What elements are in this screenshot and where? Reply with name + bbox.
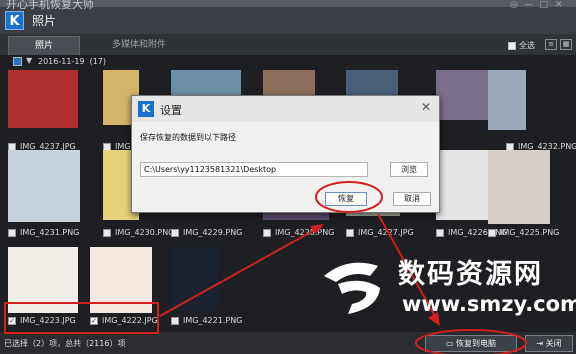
photo-thumbnail[interactable] (90, 247, 152, 313)
photo-thumbnail[interactable] (436, 70, 488, 120)
photo-checkbox[interactable]: ✓ (8, 316, 16, 325)
photo-checkbox[interactable] (171, 228, 179, 237)
photo-checkbox[interactable]: ✓ (90, 316, 98, 325)
window-title: 照片 (32, 14, 57, 28)
save-path-prompt: 保存恢复的数据到以下路径 (140, 133, 236, 142)
dialog-close-icon[interactable]: ✕ (419, 100, 433, 114)
maximize-icon[interactable]: □ (538, 0, 550, 10)
close-icon[interactable]: ✕ (553, 0, 565, 10)
photo-label[interactable]: ✓ IMG_4222.JPG (90, 315, 158, 327)
status-bar: 已选择（2）项，总共（2116）项 ▭ 恢复到电脑 ⇥ 关闭 (0, 332, 576, 354)
watermark: 数码资源网 www.smzy.com (318, 248, 576, 324)
photo-filename: IMG_4225.PNG (500, 228, 560, 237)
group-checkbox[interactable] (13, 57, 22, 66)
tab-photos[interactable]: 照片 (8, 36, 80, 55)
cancel-button[interactable]: 取消 (393, 192, 431, 206)
photo-filename: IMG_4223.JPG (20, 316, 76, 325)
photo-thumbnail[interactable] (488, 70, 526, 130)
photo-checkbox[interactable] (171, 316, 179, 325)
tab-media-attachments[interactable]: 多媒体和附件 (88, 36, 190, 55)
photo-checkbox[interactable] (8, 228, 16, 237)
photo-thumbnail[interactable] (8, 247, 78, 313)
tab-bar: 照片 多媒体和附件 全选 ≡ ▦ (0, 34, 576, 55)
group-date: 2016-11-19 (17) (38, 57, 106, 66)
photo-thumbnail[interactable] (171, 247, 219, 311)
photo-thumbnail[interactable] (436, 150, 490, 220)
photo-filename: IMG_4227.JPG (358, 228, 414, 237)
photo-thumbnail[interactable] (8, 150, 80, 222)
window-controls: ◎ — □ ✕ (508, 0, 572, 12)
photo-label[interactable]: ✓ IMG_4223.JPG (8, 315, 76, 327)
photo-checkbox[interactable] (488, 228, 496, 237)
photo-label[interactable]: IMG_4227.JPG (346, 227, 414, 239)
collapse-arrow-icon[interactable]: ▼ (26, 56, 32, 65)
photo-label[interactable]: IMG_4221.PNG (171, 315, 242, 327)
save-path-input[interactable]: C:\Users\yy1123581321\Desktop (140, 162, 368, 177)
photo-checkbox[interactable] (103, 228, 111, 237)
photo-label[interactable]: IMG_4231.PNG (8, 227, 79, 239)
date-group-header[interactable]: ▼ 2016-11-19 (17) (0, 55, 576, 69)
photo-checkbox[interactable] (436, 228, 444, 237)
photo-label[interactable]: IMG_4228.PNG (263, 227, 334, 239)
restore-to-computer-label: 恢复到电脑 (456, 339, 497, 348)
dialog-title-bar: K 设置 ✕ (132, 96, 439, 122)
dialog-logo-icon: K (138, 101, 154, 117)
group-count: (17) (89, 57, 107, 66)
close-button[interactable]: ⇥ 关闭 (525, 335, 573, 352)
photo-filename: IMG_4229.PNG (183, 228, 243, 237)
title-bar: 开心手机恢复大师 K 照片 ◎ — □ ✕ (0, 0, 576, 34)
photo-thumbnail[interactable] (488, 150, 550, 224)
photo-label[interactable]: IMG_4230.PNG (103, 227, 174, 239)
select-all-checkbox[interactable]: 全选 (508, 40, 548, 52)
app-logo-icon: K (5, 11, 24, 30)
monitor-icon: ▭ (445, 339, 457, 348)
app-window: 开心手机恢复大师 K 照片 ◎ — □ ✕ 照片 多媒体和附件 全选 ≡ ▦ ▼… (0, 0, 576, 354)
exit-icon: ⇥ (536, 339, 546, 348)
grid-view-icon[interactable]: ▦ (560, 39, 572, 50)
restore-button[interactable]: 恢复 (325, 192, 367, 206)
photo-label[interactable]: IMG_4229.PNG (171, 227, 242, 239)
photo-filename: IMG_4221.PNG (183, 316, 243, 325)
photo-label[interactable]: IMG_4225.PNG (488, 227, 559, 239)
selection-status: 已选择（2）项，总共（2116）项 (4, 339, 126, 348)
checkbox-icon (508, 41, 516, 50)
minimize-icon[interactable]: — (523, 0, 535, 10)
close-button-label: 关闭 (545, 339, 562, 348)
photo-checkbox[interactable] (263, 228, 271, 237)
group-date-text: 2016-11-19 (38, 57, 85, 66)
photo-checkbox[interactable] (346, 228, 354, 237)
restore-to-computer-button[interactable]: ▭ 恢复到电脑 (425, 335, 517, 352)
browse-button[interactable]: 浏览 (390, 162, 428, 177)
photo-filename: IMG_4231.PNG (20, 228, 80, 237)
watermark-url: www.smzy.com (402, 292, 576, 316)
photo-filename: IMG_4230.PNG (115, 228, 175, 237)
photo-thumbnail[interactable] (8, 70, 78, 128)
list-view-icon[interactable]: ≡ (545, 39, 557, 50)
dialog-title: 设置 (160, 104, 182, 117)
photo-filename: IMG_4222.JPG (102, 316, 158, 325)
watermark-text: 数码资源网 (398, 259, 543, 290)
watermark-logo-icon (324, 262, 380, 314)
select-all-label: 全选 (519, 41, 535, 50)
skin-icon[interactable]: ◎ (508, 0, 520, 10)
photo-filename: IMG_4228.PNG (275, 228, 335, 237)
settings-dialog: K 设置 ✕ 保存恢复的数据到以下路径 C:\Users\yy112358132… (131, 95, 440, 213)
